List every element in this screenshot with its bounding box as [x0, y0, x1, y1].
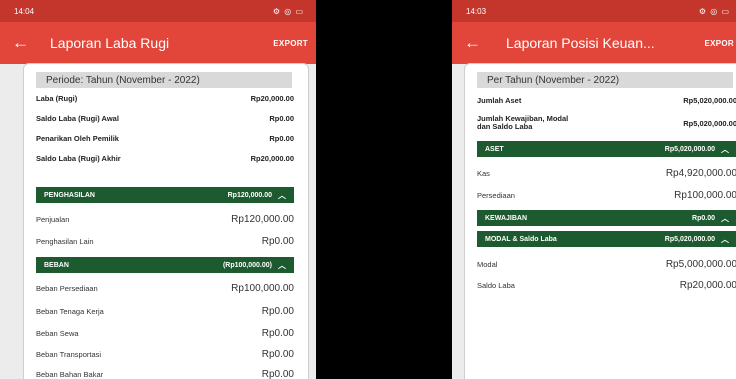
- summary-label: Jumlah Aset: [477, 96, 522, 105]
- list-item: Modal Rp5,000,000.00: [477, 259, 736, 270]
- report-card: Per Tahun (November - 2022) Jumlah Aset …: [464, 63, 736, 379]
- list-item: Beban Transportasi Rp0.00: [36, 349, 294, 360]
- page-title: Laporan Posisi Keuan...: [506, 35, 655, 51]
- summary-row-liabilities-equity: Jumlah Kewajiban, Modal dan Saldo Laba Rp…: [477, 115, 736, 131]
- list-item: Kas Rp4,920,000.00: [477, 168, 736, 179]
- chevron-up-icon[interactable]: ︿: [278, 260, 286, 271]
- profit-loss-screen: 14:04 ⚙ ◎ ▭ ← Laporan Laba Rugi EXPORT P…: [0, 0, 316, 379]
- item-label: Penjualan: [36, 215, 70, 224]
- section-label: PENGHASILAN: [44, 191, 95, 199]
- list-item: Saldo Laba Rp20,000.00: [477, 280, 736, 291]
- item-value: Rp4,920,000.00: [665, 168, 736, 179]
- status-icons: ⚙ ◎ ▭: [272, 6, 304, 16]
- status-time: 14:03: [466, 6, 487, 16]
- item-value: Rp120,000.00: [231, 214, 294, 225]
- item-label: Persediaan: [477, 191, 515, 200]
- list-item: Beban Tenaga Kerja Rp0.00: [36, 306, 294, 317]
- section-total: Rp0.00: [692, 214, 715, 222]
- chevron-up-icon[interactable]: ︿: [721, 234, 729, 245]
- export-button[interactable]: EXPORT: [273, 39, 308, 48]
- report-card: Periode: Tahun (November - 2022) Laba (R…: [23, 63, 309, 379]
- item-label: Modal: [477, 260, 498, 269]
- section-header-expense[interactable]: BEBAN (Rp100,000.00) ︿: [36, 257, 294, 273]
- item-value: Rp100,000.00: [674, 190, 736, 201]
- summary-value: Rp0.00: [269, 114, 294, 123]
- item-label: Beban Tenaga Kerja: [36, 307, 104, 316]
- summary-value: Rp5,020,000.00: [683, 96, 736, 105]
- item-label: Penghasilan Lain: [36, 237, 94, 246]
- balance-sheet-screen: 14:03 ⚙ ◎ ▭ ← Laporan Posisi Keuan... EX…: [452, 0, 736, 379]
- section-label: MODAL & Saldo Laba: [485, 235, 557, 243]
- status-bar: 14:04 ⚙ ◎ ▭: [0, 0, 316, 22]
- list-item: Penghasilan Lain Rp0.00: [36, 236, 294, 247]
- section-label: ASET: [485, 145, 504, 153]
- summary-value: Rp20,000.00: [250, 154, 294, 163]
- section-total: Rp120,000.00: [227, 191, 272, 199]
- summary-label: Penarikan Oleh Pemilik: [36, 134, 119, 143]
- section-header-assets[interactable]: ASET Rp5,020,000.00 ︿: [477, 141, 736, 157]
- status-bar: 14:03 ⚙ ◎ ▭: [452, 0, 736, 22]
- section-header-income[interactable]: PENGHASILAN Rp120,000.00 ︿: [36, 187, 294, 203]
- item-label: Beban Bahan Bakar: [36, 370, 104, 379]
- summary-row-opening: Saldo Laba (Rugi) Awal Rp0.00: [36, 114, 294, 123]
- status-time: 14:04: [14, 6, 35, 16]
- summary-row-profit: Laba (Rugi) Rp20,000.00: [36, 94, 294, 103]
- item-value: Rp5,000,000.00: [665, 259, 736, 270]
- section-header-liabilities[interactable]: KEWAJIBAN Rp0.00 ︿: [477, 210, 736, 226]
- summary-value: Rp0.00: [269, 134, 294, 143]
- summary-row-withdrawal: Penarikan Oleh Pemilik Rp0.00: [36, 134, 294, 143]
- list-item: Beban Persediaan Rp100,000.00: [36, 283, 294, 294]
- section-total: Rp5,020,000.00: [664, 235, 715, 243]
- item-value: Rp20,000.00: [679, 280, 736, 291]
- summary-row-closing: Saldo Laba (Rugi) Akhir Rp20,000.00: [36, 154, 294, 163]
- item-value: Rp100,000.00: [231, 283, 294, 294]
- item-value: Rp0.00: [261, 328, 294, 339]
- chevron-up-icon[interactable]: ︿: [721, 144, 729, 155]
- summary-value: Rp5,020,000.00: [683, 118, 736, 128]
- item-label: Beban Persediaan: [36, 284, 98, 293]
- section-header-equity[interactable]: MODAL & Saldo Laba Rp5,020,000.00 ︿: [477, 231, 736, 247]
- list-item: Beban Sewa Rp0.00: [36, 328, 294, 339]
- section-total: (Rp100,000.00): [222, 261, 272, 269]
- period-selector[interactable]: Periode: Tahun (November - 2022): [36, 72, 292, 88]
- item-value: Rp0.00: [261, 349, 294, 360]
- list-item: Persediaan Rp100,000.00: [477, 190, 736, 201]
- summary-label: Saldo Laba (Rugi) Akhir: [36, 154, 121, 163]
- section-label: KEWAJIBAN: [485, 214, 528, 222]
- item-value: Rp0.00: [261, 306, 294, 317]
- summary-value: Rp20,000.00: [250, 94, 294, 103]
- page-title: Laporan Laba Rugi: [50, 35, 170, 51]
- back-arrow-icon[interactable]: ←: [464, 33, 494, 53]
- summary-label: Jumlah Kewajiban, Modal dan Saldo Laba: [477, 114, 569, 131]
- chevron-up-icon[interactable]: ︿: [278, 190, 286, 201]
- chevron-up-icon[interactable]: ︿: [721, 213, 729, 224]
- export-button[interactable]: EXPOR: [704, 39, 734, 48]
- item-label: Saldo Laba: [477, 281, 515, 290]
- item-label: Kas: [477, 169, 490, 178]
- summary-row-assets: Jumlah Aset Rp5,020,000.00: [477, 96, 736, 105]
- period-selector[interactable]: Per Tahun (November - 2022): [477, 72, 733, 88]
- list-item: Beban Bahan Bakar Rp0.00: [36, 369, 294, 379]
- screenshot-composite: 14:04 ⚙ ◎ ▭ ← Laporan Laba Rugi EXPORT P…: [0, 0, 736, 379]
- item-value: Rp0.00: [261, 236, 294, 247]
- summary-label: Laba (Rugi): [36, 94, 78, 103]
- status-icons: ⚙ ◎ ▭: [698, 6, 730, 16]
- section-total: Rp5,020,000.00: [664, 145, 715, 153]
- item-value: Rp0.00: [261, 369, 294, 379]
- list-item: Penjualan Rp120,000.00: [36, 214, 294, 225]
- item-label: Beban Transportasi: [36, 350, 102, 359]
- section-label: BEBAN: [44, 261, 69, 269]
- app-bar: ← Laporan Laba Rugi EXPORT: [0, 22, 316, 64]
- item-label: Beban Sewa: [36, 329, 79, 338]
- app-bar: ← Laporan Posisi Keuan... EXPOR: [452, 22, 736, 64]
- summary-label: Saldo Laba (Rugi) Awal: [36, 114, 119, 123]
- back-arrow-icon[interactable]: ←: [12, 33, 42, 53]
